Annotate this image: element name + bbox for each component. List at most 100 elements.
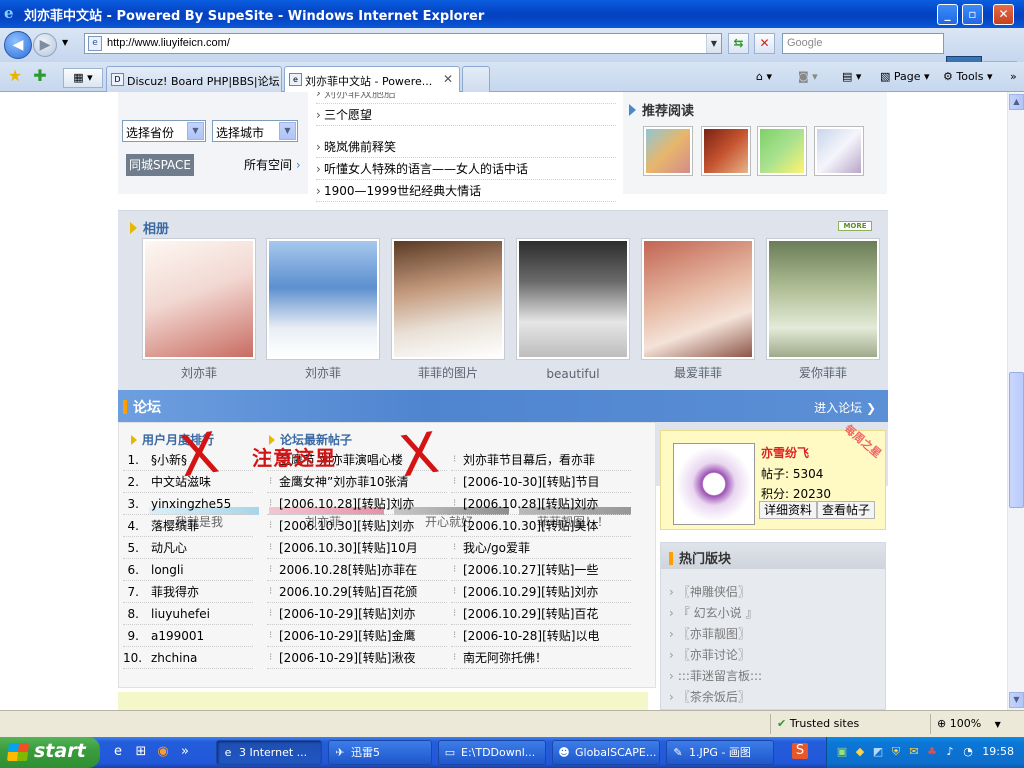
history-dropdown-icon[interactable]: ▼ <box>62 38 68 47</box>
album-photo[interactable] <box>266 238 380 360</box>
quicklaunch-overflow-icon[interactable]: » <box>176 743 194 761</box>
explorer-quicklaunch-icon[interactable]: ⊞ <box>132 743 150 761</box>
quick-tabs-button[interactable]: ▦ ▾ <box>63 68 103 88</box>
close-window-button[interactable]: ✕ <box>993 4 1014 25</box>
refresh-button[interactable]: ⇆ <box>728 33 749 54</box>
album-photo[interactable] <box>516 238 630 360</box>
album-photo[interactable] <box>766 238 880 360</box>
post-link[interactable]: [2006.10.29][转贴]百花 <box>451 603 631 625</box>
article-link[interactable]: 1900—1999世纪经典大情话 <box>316 180 616 202</box>
hot-board-link[interactable]: 〖神雕侠侣〗 <box>669 583 750 600</box>
album-caption[interactable]: beautiful <box>516 367 630 381</box>
app-s-icon[interactable]: S <box>792 743 808 759</box>
ranking-item[interactable]: 10. zhchina <box>123 647 253 669</box>
album-photo[interactable] <box>391 238 505 360</box>
toolbar-overflow-icon[interactable]: » <box>1010 67 1017 87</box>
taskbar-item-thunder[interactable]: ✈ 迅雷5 <box>328 740 432 765</box>
tab-liuyifei[interactable]: e 刘亦菲中文站 - Powere... ✕ <box>284 66 460 93</box>
hot-board-link[interactable]: 〖亦菲讨论〗 <box>669 646 750 663</box>
post-link[interactable]: 2006.10.29[转贴]百花颁 <box>267 581 447 603</box>
ranking-item[interactable]: 3. yinxingzhe55 <box>123 493 253 515</box>
home-button[interactable]: ⌂ ▾ <box>756 67 772 87</box>
taskbar-item-ie[interactable]: e 3 Internet ... <box>216 740 322 765</box>
taskbar-item-folder[interactable]: ▭ E:\TDDownl... <box>438 740 546 765</box>
tab-discuz[interactable]: D Discuz! Board PHP|BBS|论坛 ... <box>106 66 282 92</box>
hot-board-link[interactable]: 〖茶余饭后〗 <box>669 688 750 705</box>
security-zone[interactable]: ✔ Trusted sites <box>770 714 930 734</box>
post-link[interactable]: [2006.10.30][转贴]美体 <box>451 515 631 537</box>
view-posts-button[interactable]: 查看帖子 <box>817 501 876 519</box>
stop-button[interactable]: ✕ <box>754 33 775 54</box>
recommended-thumbnail[interactable] <box>643 126 693 176</box>
scroll-up-icon[interactable]: ▲ <box>1009 94 1024 110</box>
tray-app-icon[interactable]: ◔ <box>961 745 975 759</box>
window-title-bar[interactable]: e 刘亦菲中文站 - Powered By SupeSite - Windows… <box>0 0 1024 28</box>
post-link[interactable]: [2006.10.30][转贴]10月 <box>267 537 447 559</box>
back-button[interactable]: ◀ <box>4 31 32 59</box>
album-caption[interactable]: 刘亦菲 <box>142 364 256 381</box>
tongcheng-space-button[interactable]: 同城SPACE <box>126 154 194 176</box>
post-link[interactable]: [2006.10.27][转贴]一些 <box>451 559 631 581</box>
post-link[interactable]: [2006.10.28][转贴]刘亦 <box>267 493 447 515</box>
maximize-button[interactable]: ▫ <box>962 4 983 25</box>
detail-button[interactable]: 详细资料 <box>759 501 818 519</box>
network-icon[interactable]: ▣ <box>835 745 849 759</box>
album-caption[interactable]: 菲菲的图片 <box>391 364 505 381</box>
address-dropdown-icon[interactable]: ▼ <box>706 34 721 53</box>
post-link[interactable]: 2006.10.28[转贴]亦菲在 <box>267 559 447 581</box>
new-tab-button[interactable] <box>462 66 490 92</box>
scroll-down-icon[interactable]: ▼ <box>1009 692 1024 708</box>
hot-board-link[interactable]: 『 幻玄小说 』 <box>669 604 758 621</box>
post-link[interactable]: 南无阿弥托佛！ <box>451 647 631 669</box>
city-select[interactable]: 选择城市 ▼ <box>212 120 298 142</box>
album-caption[interactable]: 刘亦菲 <box>266 364 380 381</box>
minimize-button[interactable]: _ <box>937 4 958 25</box>
post-link[interactable]: [2006-10-29][转贴]金鹰 <box>267 625 447 647</box>
post-link[interactable]: [2006-10-29][转贴]湫夜 <box>267 647 447 669</box>
album-photo[interactable] <box>641 238 755 360</box>
avatar[interactable] <box>673 443 755 525</box>
ranking-item[interactable]: 8. liuyuhefei <box>123 603 253 625</box>
more-link[interactable]: MORE <box>838 221 872 231</box>
post-link[interactable]: [2006-10-29][转贴]刘亦 <box>267 603 447 625</box>
post-link[interactable]: 刘亦菲节目幕后，看亦菲 <box>451 449 631 471</box>
ranking-item[interactable]: 7. 菲我得亦 <box>123 581 253 603</box>
album-caption[interactable]: 爱你菲菲 <box>766 364 880 381</box>
all-spaces-link[interactable]: 所有空间 › <box>244 156 301 173</box>
vertical-scrollbar[interactable]: ▲ ▼ <box>1007 92 1024 710</box>
article-link[interactable]: 晓岚佛前释笑 <box>316 136 616 158</box>
recommended-thumbnail[interactable] <box>814 126 864 176</box>
page-menu[interactable]: ▧ Page ▾ <box>880 67 930 87</box>
ranking-item[interactable]: 6. longli <box>123 559 253 581</box>
post-link[interactable]: 我心/go爱菲 <box>451 537 631 559</box>
article-link[interactable]: 刘亦菲双胞胎 <box>316 92 616 104</box>
forward-button[interactable]: ▶ <box>33 33 57 57</box>
recommended-thumbnail[interactable] <box>701 126 751 176</box>
ie-quicklaunch-icon[interactable]: e <box>109 743 127 761</box>
address-bar[interactable]: e http://www.liuyifeicn.com/ ▼ <box>84 33 722 54</box>
album-photo[interactable] <box>142 238 256 360</box>
article-link[interactable]: 三个愿望 <box>316 104 616 126</box>
hot-board-link[interactable]: 〖亦菲靓图〗 <box>669 625 750 642</box>
shield-icon[interactable]: ⛨ <box>889 745 903 759</box>
tray-app-icon[interactable]: ◆ <box>853 745 867 759</box>
zoom-control[interactable]: ⊕ 100% ▼ <box>930 714 1024 734</box>
firefox-quicklaunch-icon[interactable]: ◉ <box>154 743 172 761</box>
feeds-button[interactable]: ◙ ▾ <box>798 67 818 87</box>
recommended-thumbnail[interactable] <box>757 126 807 176</box>
post-link[interactable]: [2006.10.30][转贴]刘亦 <box>267 515 447 537</box>
tray-app-icon[interactable]: ♣ <box>925 745 939 759</box>
search-input[interactable]: Google <box>782 33 944 54</box>
clock[interactable]: 19:58 <box>982 745 1014 758</box>
album-caption[interactable]: 最爱菲菲 <box>641 364 755 381</box>
favorites-star-icon[interactable]: ★ <box>5 66 25 86</box>
ranking-item[interactable]: 9. a199001 <box>123 625 253 647</box>
volume-icon[interactable]: ♪ <box>943 745 957 759</box>
taskbar-item-ftp[interactable]: ☻ GlobalSCAPE... <box>552 740 660 765</box>
add-favorites-icon[interactable]: ✚ <box>30 66 50 86</box>
tray-app-icon[interactable]: ✉ <box>907 745 921 759</box>
ranking-item[interactable]: 5. 动凡心 <box>123 537 253 559</box>
print-button[interactable]: ▤ ▾ <box>842 67 861 87</box>
post-link[interactable]: [2006-10-28][转贴]以电 <box>451 625 631 647</box>
hot-board-link[interactable]: :::菲迷留言板::: <box>669 667 762 684</box>
